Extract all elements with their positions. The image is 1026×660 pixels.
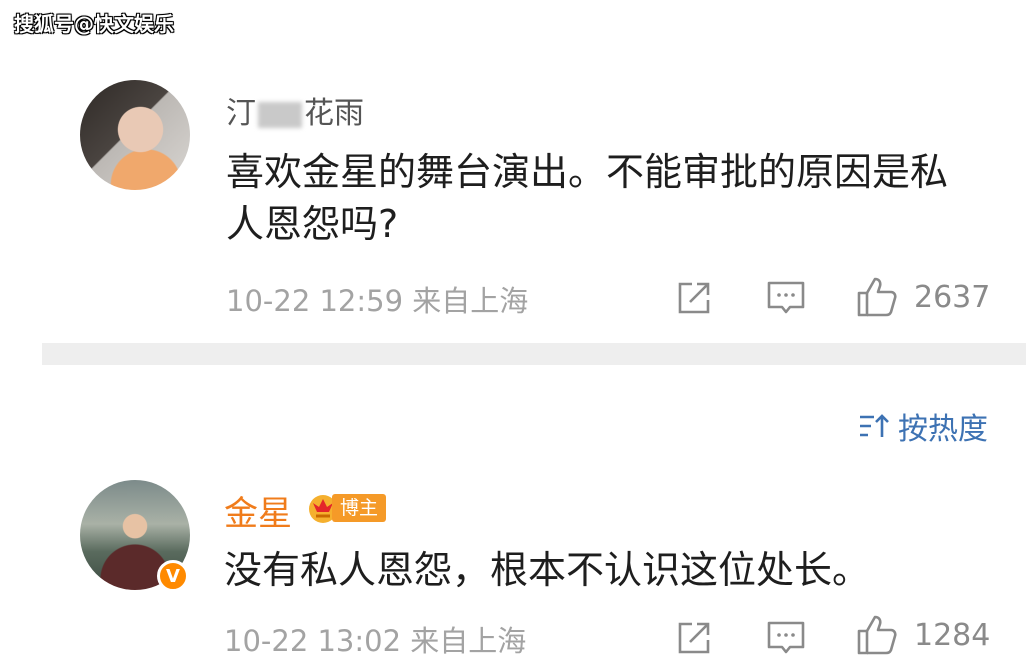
- comment-text: 喜欢金星的舞台演出。不能审批的原因是私人恩怨吗?: [226, 150, 949, 246]
- like-count: 2637: [914, 280, 991, 315]
- comment-text: 没有私人恩怨，根本不认识这位处长。: [224, 548, 871, 592]
- comment-time: 10-22 12:59: [226, 284, 404, 318]
- username-prefix: 汀: [226, 96, 256, 131]
- comment-location: 来自上海: [410, 624, 527, 658]
- blogger-badge: 博主: [332, 494, 387, 522]
- share-icon[interactable]: [676, 280, 712, 316]
- comment-location: 来自上海: [412, 284, 529, 318]
- comment-icon[interactable]: [766, 620, 806, 656]
- username[interactable]: 汀 花雨: [226, 88, 364, 132]
- verified-badge: V: [157, 560, 189, 592]
- username-suffix: 花雨: [304, 96, 364, 131]
- like-icon[interactable]: [856, 276, 898, 318]
- share-icon[interactable]: [676, 620, 712, 656]
- like-count: 1284: [914, 618, 991, 653]
- username[interactable]: 金星: [224, 486, 292, 535]
- comment-meta: 10-22 13:02 来自上海: [224, 618, 526, 660]
- comment-meta: 10-22 12:59 来自上海: [226, 278, 528, 320]
- blurred-text: [258, 101, 302, 128]
- watermark: 搜狐号@快文娱乐: [14, 12, 174, 36]
- like-icon[interactable]: [856, 614, 898, 656]
- sort-label: 按热度: [898, 412, 988, 447]
- section-divider: [42, 343, 1026, 365]
- sort-by-heat-button[interactable]: 按热度: [858, 404, 988, 448]
- comment-icon[interactable]: [766, 280, 806, 316]
- comment-time: 10-22 13:02: [224, 624, 402, 658]
- sort-icon: [860, 414, 889, 437]
- avatar[interactable]: [80, 80, 190, 190]
